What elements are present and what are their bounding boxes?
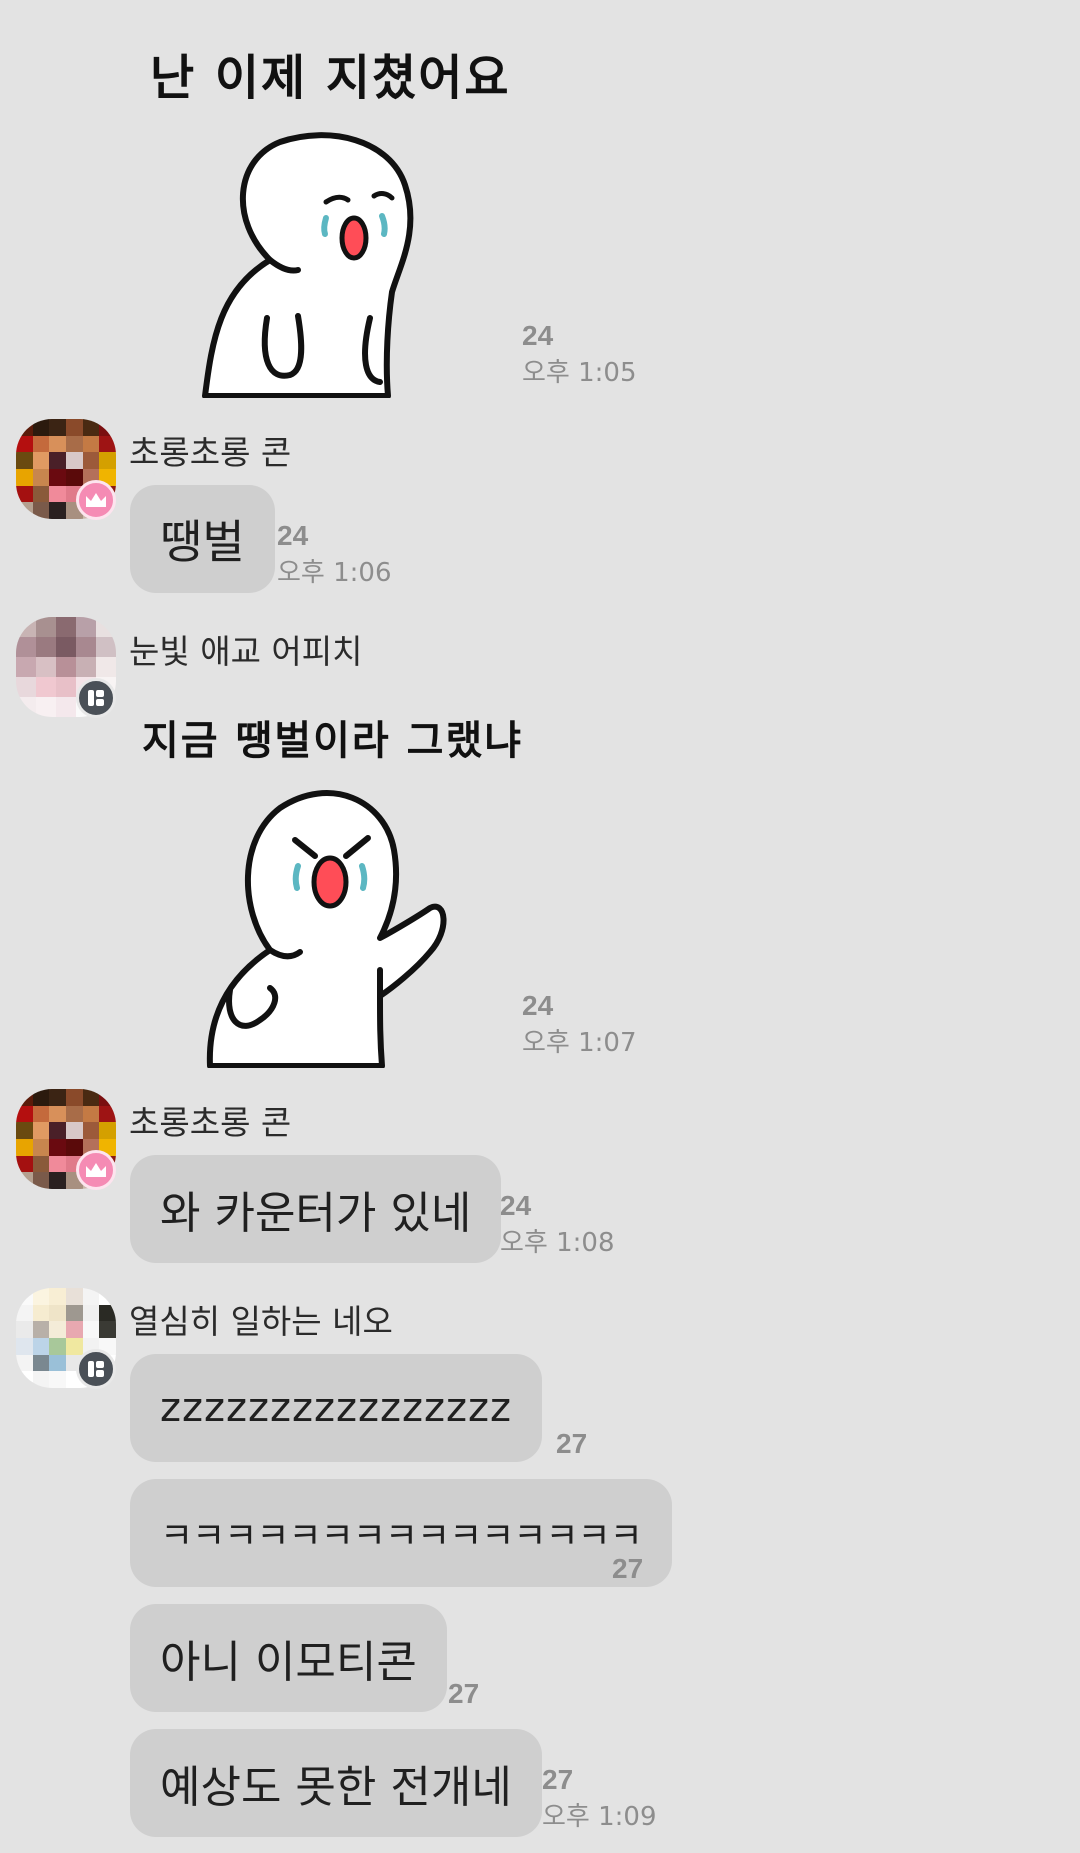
message-meta: 24 오후 1:06 — [277, 520, 392, 588]
message-meta: 24 오후 1:07 — [522, 990, 637, 1058]
app-badge — [76, 678, 116, 718]
message-bubble[interactable]: 예상도 못한 전개네 — [130, 1729, 542, 1837]
unread-count: 24 — [522, 990, 554, 1021]
message-bubble[interactable]: 땡벌 — [130, 485, 275, 593]
crown-icon — [86, 1163, 106, 1177]
timestamp: 오후 1:05 — [522, 358, 637, 388]
unread-count: 27 — [448, 1678, 480, 1709]
message-bubble[interactable]: ㅋㅋㅋㅋㅋㅋㅋㅋㅋㅋㅋㅋㅋㅋㅋ — [130, 1479, 672, 1587]
timestamp: 오후 1:08 — [500, 1228, 615, 1258]
sender-name: 초롱초롱 콘 — [129, 433, 292, 472]
sticker-message-angry[interactable]: 지금 땡벌이라 그랬냐 — [130, 690, 530, 1068]
timestamp: 오후 1:06 — [277, 558, 392, 588]
unread-count: 24 — [277, 520, 309, 551]
sender-name: 열심히 일하는 네오 — [129, 1302, 393, 1341]
sticker-message-tired[interactable]: 난 이제 지쳤어요 — [130, 20, 530, 398]
timestamp: 오후 1:09 — [542, 1802, 657, 1832]
app-icon — [88, 690, 104, 706]
unread-count: 27 — [612, 1553, 644, 1584]
message-meta: 24 오후 1:05 — [522, 320, 637, 388]
sender-name: 초롱초롱 콘 — [129, 1103, 292, 1142]
crown-icon — [86, 493, 106, 507]
unread-count: 27 — [556, 1428, 588, 1459]
angry-crying-figure-icon — [206, 790, 447, 1068]
unread-count: 24 — [522, 320, 554, 351]
message-meta: 27 — [556, 1430, 587, 1458]
unread-count: 24 — [500, 1190, 532, 1221]
tired-crying-figure-icon — [202, 132, 414, 398]
message-bubble[interactable]: 와 카운터가 있네 — [130, 1155, 502, 1263]
unread-count: 27 — [542, 1764, 574, 1795]
app-icon — [88, 1361, 104, 1377]
message-meta: 24 오후 1:08 — [500, 1190, 615, 1258]
crown-badge — [76, 480, 116, 520]
sender-name: 눈빛 애교 어피치 — [129, 632, 363, 671]
message-bubble[interactable]: 아니 이모티콘 — [130, 1604, 447, 1712]
crown-badge — [76, 1150, 116, 1190]
message-meta: 27 오후 1:09 — [542, 1764, 657, 1832]
app-badge — [76, 1349, 116, 1389]
timestamp: 오후 1:07 — [522, 1028, 637, 1058]
message-bubble[interactable]: zzzzzzzzzzzzzzzz — [130, 1354, 542, 1462]
message-meta: 27 — [612, 1555, 643, 1583]
message-meta: 27 — [448, 1680, 479, 1708]
